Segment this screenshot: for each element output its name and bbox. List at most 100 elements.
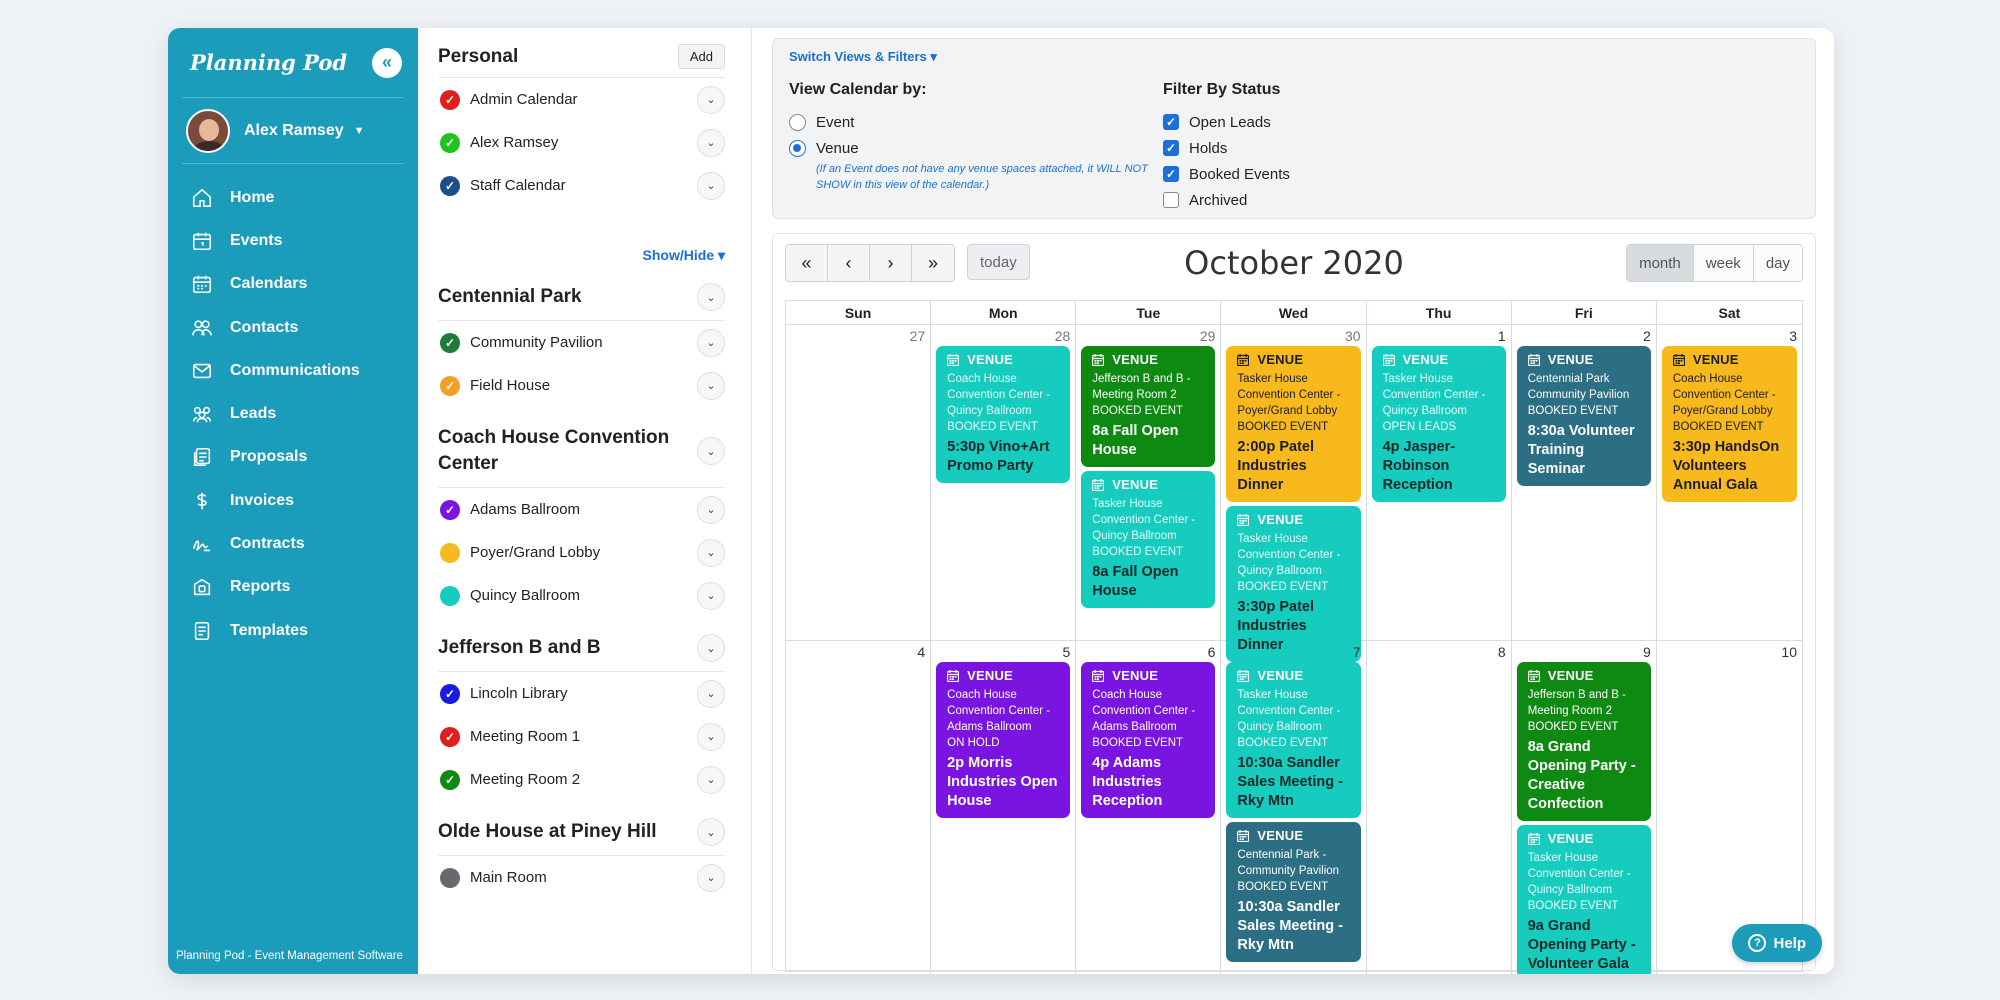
- help-button[interactable]: ? Help: [1732, 924, 1822, 962]
- calendar-day-cell[interactable]: 2 VENUE Centennial Park Community Pavilion B…: [1512, 325, 1657, 672]
- calendar-item[interactable]: ✓ Alex Ramsey ⌄: [438, 121, 725, 164]
- sidebar-item-templates[interactable]: Templates: [190, 609, 418, 652]
- sidebar-item-communications[interactable]: Communications: [190, 349, 418, 392]
- view-option-event[interactable]: Event: [789, 109, 1156, 135]
- switch-views-filters-toggle[interactable]: Switch Views & Filters ▾: [789, 49, 1799, 65]
- check-icon[interactable]: ✓: [440, 175, 460, 196]
- sidebar-item-leads[interactable]: Leads: [190, 392, 418, 435]
- check-icon[interactable]: ✓: [440, 332, 460, 353]
- calendar-event[interactable]: VENUE Tasker House Convention Center - Quin…: [1226, 662, 1361, 818]
- sidebar-item-invoices[interactable]: Invoices: [190, 479, 418, 522]
- calendar-event[interactable]: VENUE Centennial Park - Community Pavilion…: [1226, 822, 1361, 962]
- chevron-down-icon[interactable]: ⌄: [697, 171, 725, 200]
- calendar-event[interactable]: VENUE Coach House Convention Center - Adams…: [936, 662, 1071, 818]
- chevron-down-icon[interactable]: ⌄: [697, 634, 725, 662]
- chevron-down-icon[interactable]: ⌄: [697, 679, 725, 708]
- calendar-item[interactable]: ✓ Field House ⌄: [438, 364, 725, 407]
- calendar-event[interactable]: VENUE Jefferson B and B - Meeting Room 2 BO…: [1516, 662, 1651, 821]
- color-dot-icon[interactable]: [440, 867, 460, 888]
- calendar-item[interactable]: Quincy Ballroom ⌄: [438, 574, 725, 617]
- calendar-item[interactable]: ✓ Staff Calendar ⌄: [438, 164, 725, 207]
- check-icon[interactable]: ✓: [440, 499, 460, 520]
- status-option[interactable]: ✓ Booked Events: [1163, 161, 1290, 187]
- view-day-button[interactable]: day: [1753, 245, 1802, 281]
- next-button[interactable]: ›: [870, 245, 912, 281]
- calendar-item[interactable]: ✓ Meeting Room 1 ⌄: [438, 715, 725, 758]
- sidebar-item-reports[interactable]: Reports: [190, 566, 418, 609]
- radio-button[interactable]: [789, 113, 806, 131]
- add-calendar-button[interactable]: Add: [677, 44, 725, 69]
- checkbox[interactable]: ✓: [1163, 114, 1179, 130]
- calendar-item[interactable]: ✓ Admin Calendar ⌄: [438, 78, 725, 121]
- calendar-item[interactable]: Main Room ⌄: [438, 856, 725, 899]
- calendar-event[interactable]: VENUE Coach House Convention Center - Poyer…: [1661, 346, 1797, 502]
- calendar-event[interactable]: VENUE Coach House Convention Center - Quinc…: [936, 346, 1071, 483]
- view-option-venue[interactable]: Venue: [789, 135, 1156, 161]
- calendar-event[interactable]: VENUE Tasker House Convention Center - Quin…: [1226, 506, 1361, 662]
- sidebar-item-calendars[interactable]: Calendars: [190, 263, 418, 306]
- color-dot-icon[interactable]: [440, 585, 460, 606]
- today-button[interactable]: today: [967, 244, 1030, 280]
- color-dot-icon[interactable]: [440, 542, 460, 563]
- calendar-event[interactable]: VENUE Coach House Convention Center - Adams…: [1081, 662, 1216, 818]
- calendar-event[interactable]: VENUE Tasker House Convention Center - Quin…: [1371, 346, 1506, 502]
- calendar-item[interactable]: ✓ Adams Ballroom ⌄: [438, 488, 725, 531]
- user-menu[interactable]: Alex Ramsey ▼: [182, 98, 404, 164]
- prev-button[interactable]: ‹: [828, 245, 870, 281]
- checkbox[interactable]: ✓: [1163, 166, 1179, 182]
- calendar-day-cell[interactable]: 6 VENUE Coach House Convention Center - Adam…: [1076, 641, 1222, 974]
- chevron-down-icon[interactable]: ⌄: [697, 538, 725, 567]
- sidebar-item-home[interactable]: Home: [190, 176, 418, 219]
- status-option[interactable]: ✓ Holds: [1163, 135, 1290, 161]
- calendar-day-cell[interactable]: 7 VENUE Tasker House Convention Center - Qui…: [1221, 641, 1367, 974]
- first-page-button[interactable]: «: [786, 245, 828, 281]
- calendar-event[interactable]: VENUE Tasker House Convention Center - Quin…: [1081, 471, 1216, 608]
- calendar-event[interactable]: VENUE Tasker House Convention Center - Poye…: [1226, 346, 1361, 502]
- sidebar-item-contracts[interactable]: Contracts: [190, 522, 418, 565]
- chevron-down-icon[interactable]: ⌄: [697, 328, 725, 357]
- radio-button[interactable]: [789, 139, 806, 157]
- calendar-item[interactable]: ✓ Community Pavilion ⌄: [438, 321, 725, 364]
- chevron-down-icon[interactable]: ⌄: [697, 128, 725, 157]
- chevron-down-icon[interactable]: ⌄: [697, 283, 725, 311]
- calendar-day-cell[interactable]: 5 VENUE Coach House Convention Center - Adam…: [931, 641, 1077, 974]
- chevron-down-icon[interactable]: ⌄: [697, 765, 725, 794]
- sidebar-item-contacts[interactable]: Contacts: [190, 306, 418, 349]
- calendar-day-cell[interactable]: 27: [786, 325, 932, 672]
- check-icon[interactable]: ✓: [440, 375, 460, 396]
- sidebar-item-events[interactable]: Events: [190, 219, 418, 262]
- check-icon[interactable]: ✓: [440, 89, 460, 110]
- calendar-day-cell[interactable]: 9 VENUE Jefferson B and B - Meeting Room 2 B…: [1512, 641, 1657, 974]
- chevron-down-icon[interactable]: ⌄: [697, 818, 725, 846]
- chevron-down-icon[interactable]: ⌄: [697, 581, 725, 610]
- view-month-button[interactable]: month: [1627, 245, 1694, 281]
- calendar-item[interactable]: Poyer/Grand Lobby ⌄: [438, 531, 725, 574]
- calendar-day-cell[interactable]: 29 VENUE Jefferson B and B - Meeting Room 2…: [1076, 325, 1222, 672]
- checkbox[interactable]: [1163, 192, 1179, 208]
- calendar-event[interactable]: VENUE Tasker House Convention Center - Quin…: [1516, 825, 1651, 974]
- calendar-event[interactable]: VENUE Centennial Park Community Pavilion BO…: [1516, 346, 1651, 486]
- chevron-down-icon[interactable]: ⌄: [697, 722, 725, 751]
- calendar-item[interactable]: ✓ Lincoln Library ⌄: [438, 672, 725, 715]
- calendar-day-cell[interactable]: 1 VENUE Tasker House Convention Center - Qui…: [1367, 325, 1512, 672]
- calendar-day-cell[interactable]: 8: [1367, 641, 1512, 974]
- status-option[interactable]: Archived: [1163, 187, 1290, 213]
- sidebar-item-proposals[interactable]: Proposals: [190, 436, 418, 479]
- collapse-sidebar-icon[interactable]: «: [372, 47, 402, 78]
- calendar-event[interactable]: VENUE Jefferson B and B - Meeting Room 2 BO…: [1081, 346, 1216, 467]
- calendar-day-cell[interactable]: 3 VENUE Coach House Convention Center - Poye…: [1657, 325, 1802, 672]
- chevron-down-icon[interactable]: ⌄: [697, 495, 725, 524]
- chevron-down-icon[interactable]: ⌄: [697, 437, 725, 465]
- check-icon[interactable]: ✓: [440, 683, 460, 704]
- check-icon[interactable]: ✓: [440, 726, 460, 747]
- show-hide-toggle[interactable]: Show/Hide ▾: [438, 247, 725, 264]
- check-icon[interactable]: ✓: [440, 132, 460, 153]
- calendar-day-cell[interactable]: 28 VENUE Coach House Convention Center - Qui…: [931, 325, 1077, 672]
- calendar-day-cell[interactable]: 4: [786, 641, 932, 974]
- calendar-day-cell[interactable]: 30 VENUE Tasker House Convention Center - Po…: [1221, 325, 1367, 672]
- last-page-button[interactable]: »: [912, 245, 954, 281]
- chevron-down-icon[interactable]: ⌄: [697, 863, 725, 892]
- check-icon[interactable]: ✓: [440, 769, 460, 790]
- checkbox[interactable]: ✓: [1163, 140, 1179, 156]
- view-week-button[interactable]: week: [1693, 245, 1754, 281]
